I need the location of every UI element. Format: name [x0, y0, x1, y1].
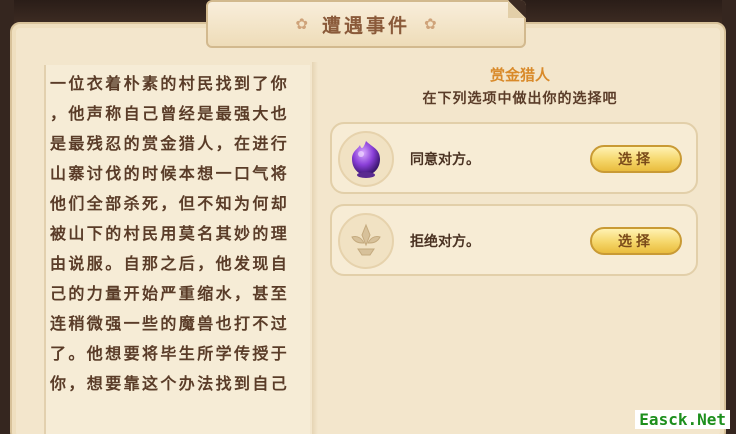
story-line: 他们全部杀死，但不知为何却	[50, 194, 290, 213]
story-line: 了。他想要将毕生所学传授于	[50, 344, 290, 363]
story-text: 一位衣着朴素的村民找到了你 ，他声称自己曾经是最强大也 是最残忍的赏金猎人，在进…	[46, 65, 310, 399]
option-label: 同意对方。	[410, 152, 480, 168]
ornament-left-icon: ✿	[295, 15, 308, 33]
story-line: 连稍微强一些的魔兽也打不过	[50, 314, 290, 333]
title-banner: ✿ 遭遇事件 ✿	[206, 0, 526, 48]
story-line: 由说服。自那之后，他发现自	[50, 254, 290, 273]
option-refuse: 拒绝对方。 选择	[330, 204, 698, 276]
scroll-divider	[312, 62, 318, 434]
story-line: 你，想要靠这个办法找到自己	[50, 374, 290, 393]
story-line: ，他声称自己曾经是最强大也	[50, 104, 290, 123]
story-line: 被山下的村民用莫名其妙的理	[50, 224, 290, 243]
watermark: Easck.Net	[635, 410, 730, 429]
story-line: 是最残忍的赏金猎人，在进行	[50, 134, 290, 153]
ornament-right-icon: ✿	[424, 15, 437, 33]
story-line: 山寨讨伐的时候本想一口气将	[50, 164, 290, 183]
story-line: 己的力量开始严重缩水，甚至	[50, 284, 290, 303]
emblem-icon	[338, 213, 394, 269]
story-line: 一位衣着朴素的村民找到了你	[50, 74, 290, 93]
choose-refuse-button[interactable]: 选择	[590, 227, 682, 255]
dialog-title: 遭遇事件	[321, 14, 410, 37]
story-scroll-area[interactable]: 一位衣着朴素的村民找到了你 ，他声称自己曾经是最强大也 是最残忍的赏金猎人，在进…	[44, 65, 310, 434]
option-label: 拒绝对方。	[410, 234, 480, 250]
purple-orb-icon	[338, 131, 394, 187]
choose-accept-button[interactable]: 选择	[590, 145, 682, 173]
event-prompt: 在下列选项中做出你的选择吧	[422, 91, 618, 107]
event-name: 赏金猎人	[489, 66, 550, 84]
option-accept: 同意对方。 选择	[330, 122, 698, 194]
